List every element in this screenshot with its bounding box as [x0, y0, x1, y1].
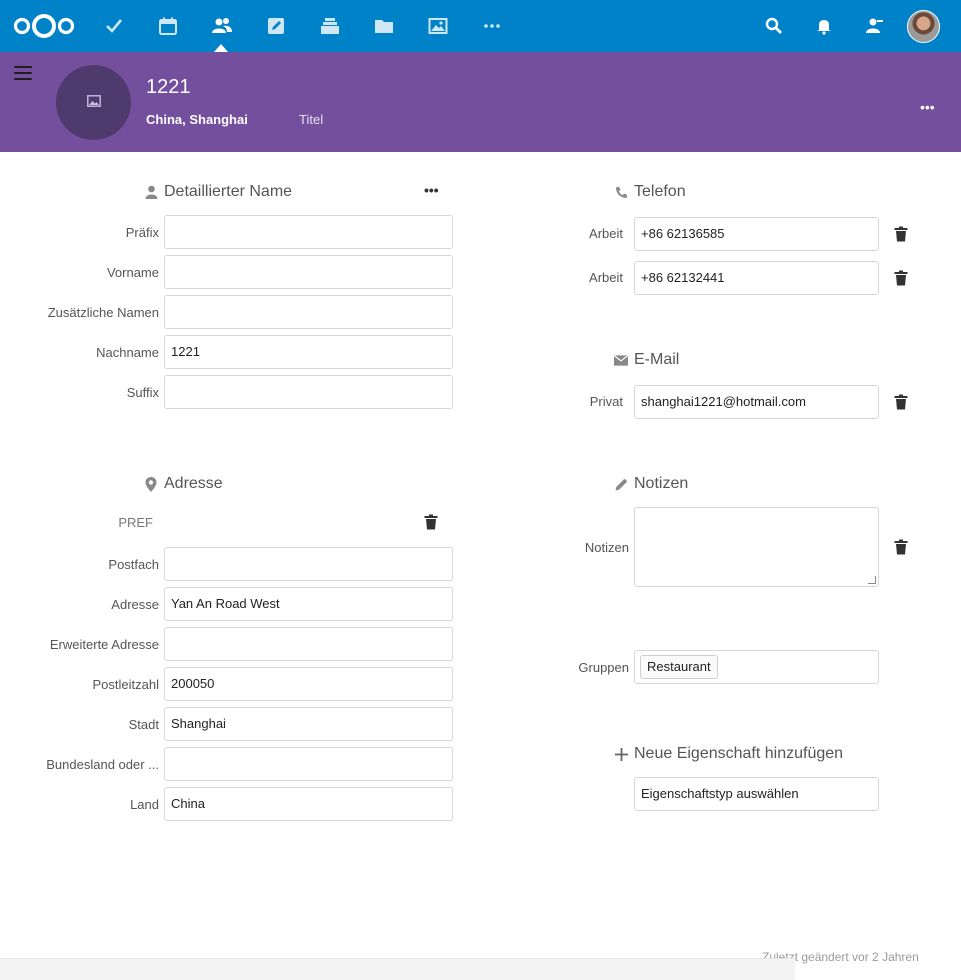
name-section-more-icon[interactable]: •••: [424, 182, 439, 198]
contact-header: 1221 China, Shanghai Titel •••: [0, 52, 961, 152]
add-property-title-text: Neue Eigenschaft hinzufügen: [634, 745, 844, 762]
country-input[interactable]: China: [164, 787, 453, 821]
field-label-country: Land: [130, 797, 159, 812]
notes-label: Notizen: [584, 540, 629, 555]
image-icon: [86, 94, 101, 112]
field-label-city: Stadt: [128, 717, 159, 732]
search-icon[interactable]: [762, 14, 786, 38]
email-section-title: E-Mail: [614, 351, 679, 369]
suffix-input[interactable]: [164, 375, 453, 409]
delete-phone-trash-icon[interactable]: [894, 270, 908, 286]
map-marker-icon: [144, 476, 158, 492]
field-label-additional-names: Zusätzliche Namen: [47, 305, 159, 320]
city-input[interactable]: Shanghai: [164, 707, 453, 741]
phone-icon: [614, 185, 628, 199]
phone-section-title: Telefon: [614, 183, 686, 201]
notes-icon[interactable]: [264, 14, 288, 38]
contacts-icon[interactable]: [210, 14, 234, 38]
more-apps-icon[interactable]: [480, 14, 504, 38]
calendar-icon[interactable]: [156, 14, 180, 38]
field-label-suffix: Suffix: [126, 385, 159, 400]
first-name-input[interactable]: [164, 255, 453, 289]
groups-label: Gruppen: [578, 660, 629, 675]
phone-type-label[interactable]: Arbeit: [560, 226, 623, 241]
active-app-indicator: [214, 44, 228, 52]
name-section-title-text: Detaillierter Name: [164, 183, 293, 200]
delete-notes-trash-icon[interactable]: [894, 539, 908, 555]
contact-title-field[interactable]: Titel: [299, 112, 323, 127]
address-section-title-text: Adresse: [164, 475, 223, 492]
delete-address-trash-icon[interactable]: [424, 514, 438, 530]
contact-display-name[interactable]: 1221: [146, 76, 191, 99]
photos-icon[interactable]: [426, 14, 450, 38]
pencil-icon: [614, 477, 628, 491]
contact-more-actions-icon[interactable]: •••: [920, 99, 935, 115]
hamburger-menu-icon[interactable]: [14, 66, 32, 80]
contact-organization[interactable]: China, Shanghai: [146, 112, 248, 127]
address-section-title: Adresse: [144, 475, 223, 493]
delete-email-trash-icon[interactable]: [894, 394, 908, 410]
person-icon: [144, 185, 158, 199]
bottom-overlay-bar: [0, 958, 795, 980]
notifications-icon[interactable]: [812, 14, 836, 38]
resize-grip-icon[interactable]: [868, 576, 876, 584]
phone-input[interactable]: +86 62132441: [634, 261, 879, 295]
notes-section-title-text: Notizen: [634, 475, 689, 492]
mail-icon: [614, 353, 628, 367]
email-type-label[interactable]: Privat: [560, 394, 623, 409]
nextcloud-logo-icon[interactable]: [13, 12, 75, 40]
field-label-prefix: Präfix: [125, 225, 159, 240]
postal-code-input[interactable]: 200050: [164, 667, 453, 701]
field-label-state: Bundesland oder ...: [46, 757, 159, 772]
address-type-label[interactable]: PREF: [60, 515, 153, 530]
field-label-street: Adresse: [111, 597, 159, 612]
group-tag[interactable]: Restaurant: [640, 655, 718, 679]
deck-icon[interactable]: [318, 14, 342, 38]
additional-names-input[interactable]: [164, 295, 453, 329]
contact-photo-placeholder[interactable]: [56, 65, 131, 140]
files-icon[interactable]: [372, 14, 396, 38]
contacts-menu-icon[interactable]: [862, 14, 886, 38]
notes-textarea[interactable]: [634, 507, 879, 587]
email-input[interactable]: shanghai1221@hotmail.com: [634, 385, 879, 419]
prefix-input[interactable]: [164, 215, 453, 249]
delete-phone-trash-icon[interactable]: [894, 226, 908, 242]
top-navigation-bar: [0, 0, 961, 52]
phone-type-label[interactable]: Arbeit: [560, 270, 623, 285]
field-label-extended-address: Erweiterte Adresse: [49, 637, 159, 652]
last-name-input[interactable]: 1221: [164, 335, 453, 369]
plus-icon: [614, 747, 628, 761]
field-label-last-name: Nachname: [96, 345, 159, 360]
extended-address-input[interactable]: [164, 627, 453, 661]
field-label-first-name: Vorname: [106, 265, 159, 280]
tasks-icon[interactable]: [102, 14, 126, 38]
field-label-postal-code: Postleitzahl: [92, 677, 159, 692]
user-avatar[interactable]: [907, 10, 940, 43]
state-input[interactable]: [164, 747, 453, 781]
field-label-po-box: Postfach: [108, 557, 159, 572]
property-type-select[interactable]: Eigenschaftstyp auswählen: [634, 777, 879, 811]
street-input[interactable]: Yan An Road West: [164, 587, 453, 621]
phone-section-title-text: Telefon: [634, 183, 686, 200]
add-property-title: Neue Eigenschaft hinzufügen: [614, 745, 843, 763]
po-box-input[interactable]: [164, 547, 453, 581]
phone-input[interactable]: +86 62136585: [634, 217, 879, 251]
email-section-title-text: E-Mail: [634, 351, 680, 368]
notes-section-title: Notizen: [614, 475, 688, 493]
name-section-title: Detaillierter Name: [144, 183, 292, 201]
